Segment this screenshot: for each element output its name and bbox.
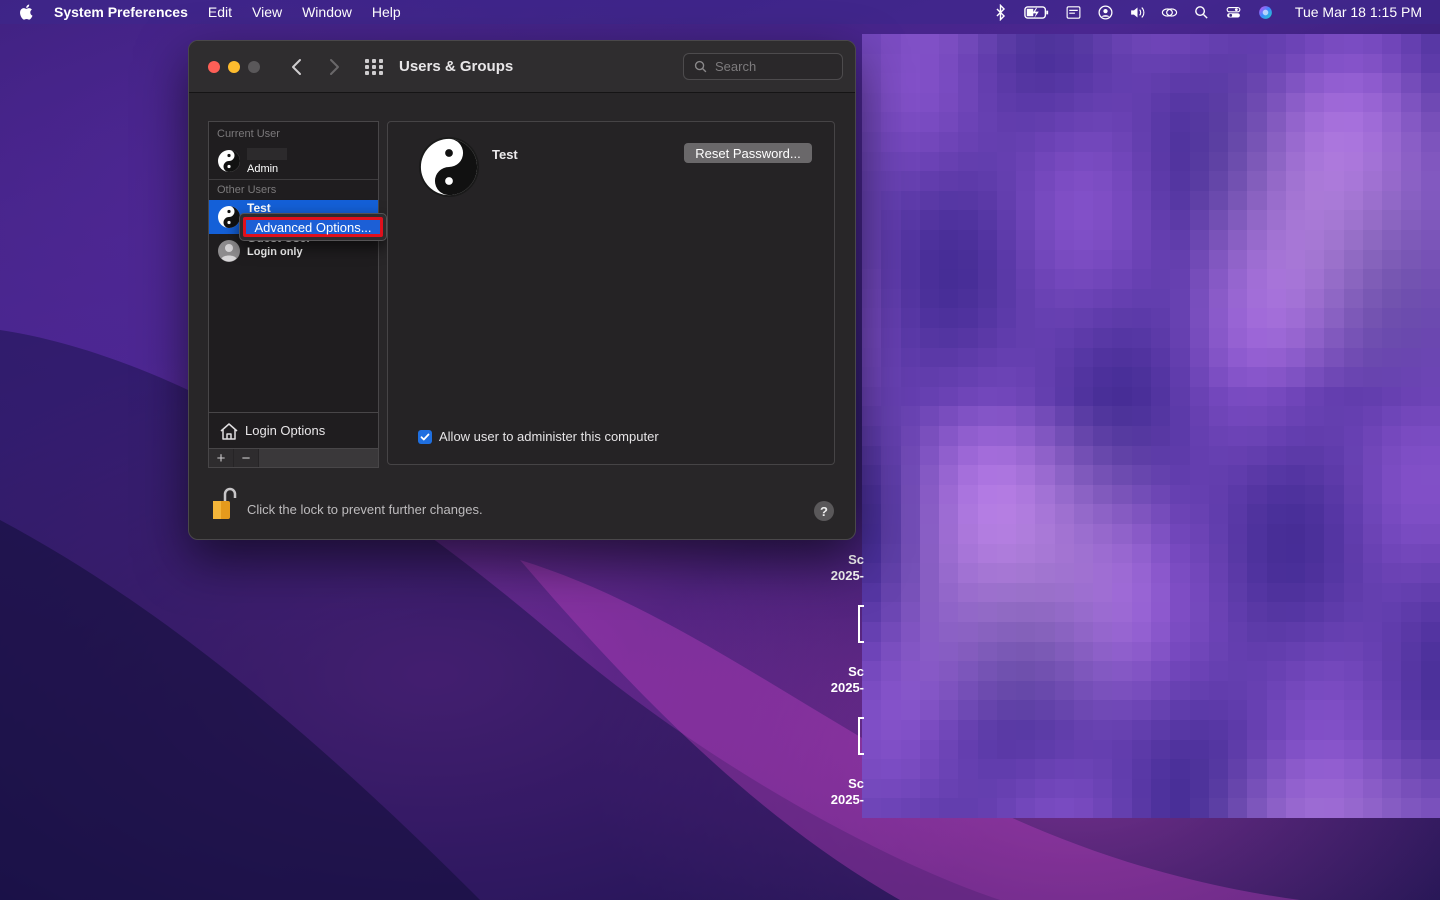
menu-bar-clock[interactable]: Tue Mar 18 1:15 PM (1295, 4, 1422, 20)
selected-user-name: Test (492, 147, 518, 162)
admin-checkbox[interactable] (418, 429, 432, 444)
unlocked-padlock-icon[interactable] (211, 487, 237, 521)
pixelated-preview (862, 34, 1440, 818)
login-options-label: Login Options (245, 423, 326, 438)
menu-view[interactable]: View (252, 4, 282, 20)
admin-checkbox-row[interactable]: Allow user to administer this computer (418, 429, 659, 444)
keyboard-input-icon[interactable] (1065, 4, 1082, 21)
search-field[interactable] (683, 53, 843, 80)
house-icon (220, 422, 238, 440)
add-remove-bar: + − (208, 448, 379, 468)
battery-icon[interactable] (1024, 4, 1050, 21)
login-options-row[interactable]: Login Options (209, 412, 378, 448)
guest-avatar-icon (218, 240, 240, 262)
reset-password-button[interactable]: Reset Password... (684, 143, 812, 163)
user-detail-panel: Test Reset Password... Allow user to adm… (387, 121, 835, 465)
title-bar: Users & Groups (189, 41, 855, 93)
control-center-icon[interactable] (1225, 4, 1242, 21)
menu-edit[interactable]: Edit (208, 4, 232, 20)
remove-user-button[interactable]: − (234, 449, 259, 467)
yin-yang-avatar-icon[interactable] (418, 136, 480, 198)
bluetooth-icon[interactable] (992, 3, 1009, 21)
advanced-options-menu-item[interactable]: Advanced Options... (243, 217, 383, 237)
users-list: Current User Admin Other Users Test Logi… (208, 121, 379, 468)
close-button[interactable] (208, 61, 220, 73)
help-button[interactable]: ? (814, 501, 834, 521)
other-users-header: Other Users (217, 184, 277, 196)
menu-app-name[interactable]: System Preferences (54, 4, 188, 20)
checkmark-icon (420, 433, 430, 440)
back-arrow-icon[interactable] (288, 57, 306, 77)
menu-window[interactable]: Window (302, 4, 352, 20)
search-icon (694, 60, 707, 73)
add-user-button[interactable]: + (209, 449, 234, 467)
zoom-button[interactable] (248, 61, 260, 73)
spotlight-search-icon[interactable] (1193, 4, 1210, 21)
user-account-icon[interactable] (1097, 4, 1114, 21)
desktop-file-thumbnail[interactable] (858, 605, 864, 643)
lock-status-text: Click the lock to prevent further change… (247, 502, 483, 517)
search-input[interactable] (715, 59, 835, 74)
volume-icon[interactable] (1129, 4, 1146, 21)
context-menu: Advanced Options... (239, 213, 387, 241)
desktop-file-label[interactable]: Sc 2025- (828, 664, 864, 696)
yin-yang-avatar-icon (218, 150, 240, 172)
divider (209, 179, 378, 180)
current-user-row[interactable]: Admin (209, 144, 378, 178)
menu-bar: System Preferences Edit View Window Help… (0, 0, 1440, 24)
current-user-header: Current User (217, 128, 280, 140)
siri-icon[interactable] (1257, 4, 1274, 21)
screen-mirroring-icon[interactable] (1161, 4, 1178, 21)
apple-logo-icon[interactable] (18, 3, 36, 21)
forward-arrow-icon[interactable] (325, 57, 343, 77)
redacted-username (247, 148, 287, 160)
guest-user-role: Login only (247, 246, 303, 258)
desktop-file-label[interactable]: Sc 2025- (828, 776, 864, 808)
minimize-button[interactable] (228, 61, 240, 73)
window-title: Users & Groups (399, 58, 514, 75)
menu-help[interactable]: Help (372, 4, 401, 20)
admin-checkbox-label: Allow user to administer this computer (439, 429, 659, 444)
desktop-file-thumbnail[interactable] (858, 717, 864, 755)
yin-yang-avatar-icon (218, 206, 240, 228)
show-all-grid-icon[interactable] (365, 59, 383, 75)
desktop-file-label[interactable]: Sc 2025- (828, 552, 864, 584)
current-user-role: Admin (247, 163, 279, 175)
users-groups-window: Users & Groups Current User Admin Other … (188, 40, 856, 540)
